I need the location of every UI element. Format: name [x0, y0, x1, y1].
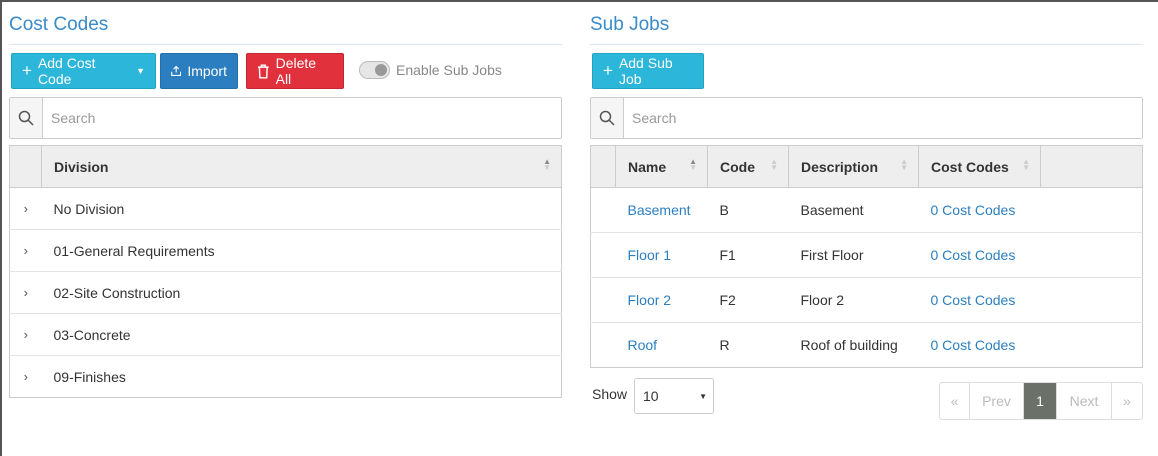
chevron-right-icon[interactable]: ›: [10, 356, 42, 398]
table-row: Basement B Basement 0 Cost Codes: [590, 187, 1143, 233]
divisions-table: Division ▲ ▼ › No Division › 01-General R…: [9, 145, 562, 398]
search-input[interactable]: [624, 98, 1142, 138]
chevron-right-icon[interactable]: ›: [9, 313, 42, 356]
next-page-button[interactable]: Next: [1057, 383, 1112, 419]
sort-icon: ▲ ▼: [900, 157, 908, 172]
delete-all-button[interactable]: Delete All: [246, 53, 344, 89]
sub-jobs-search: [590, 97, 1143, 139]
division-label: 02-Site Construction: [41, 271, 562, 314]
code-column-header[interactable]: Code ▲ ▼: [707, 145, 789, 188]
division-column-header[interactable]: Division ▲ ▼: [41, 145, 562, 188]
caret-down-icon: ▼: [699, 391, 707, 401]
sub-job-name-link[interactable]: Roof: [628, 337, 658, 353]
division-row[interactable]: › 01-General Requirements: [9, 229, 562, 272]
pagination: « Prev 1 Next »: [939, 382, 1143, 420]
sub-job-description: Basement: [788, 187, 919, 233]
cost-codes-link[interactable]: 0 Cost Codes: [931, 337, 1016, 353]
sub-jobs-toolbar: + Add Sub Job: [590, 53, 1143, 89]
table-footer: Show 10 ▼ « Prev 1 Next »: [590, 378, 1143, 420]
division-label: 09-Finishes: [53, 368, 126, 385]
search-icon: [18, 110, 34, 126]
sort-icon: ▲ ▼: [689, 157, 697, 172]
add-sub-job-button[interactable]: + Add Sub Job: [592, 53, 704, 89]
select-column-header: [590, 145, 616, 188]
table-row: Roof R Roof of building 0 Cost Codes: [591, 323, 1143, 368]
sub-job-code: F1: [707, 232, 789, 278]
description-column-header[interactable]: Description ▲ ▼: [788, 145, 919, 188]
caret-down-icon: ▼: [136, 66, 145, 76]
upload-icon: [171, 65, 182, 76]
plus-icon: +: [603, 61, 613, 80]
chevron-right-icon[interactable]: ›: [9, 271, 42, 314]
cost-codes-link[interactable]: 0 Cost Codes: [931, 202, 1016, 218]
page-1-button[interactable]: 1: [1024, 383, 1057, 419]
show-label: Show: [592, 386, 628, 402]
sub-jobs-panel: Sub Jobs + Add Sub Job Name ▲▼ Code: [590, 2, 1143, 420]
cost-codes-toolbar: + Add Cost Code ▼ Import Delete All Enab…: [9, 53, 562, 89]
cost-codes-search: [9, 97, 562, 139]
prev-page-button[interactable]: Prev: [970, 383, 1024, 419]
sub-job-code: F2: [707, 277, 789, 323]
sub-jobs-title: Sub Jobs: [590, 2, 1143, 45]
last-page-button[interactable]: »: [1112, 383, 1142, 419]
sub-job-name-link[interactable]: Floor 1: [628, 247, 672, 263]
chevron-right-icon[interactable]: ›: [9, 187, 42, 230]
sub-job-description: Roof of building: [800, 337, 898, 353]
enable-sub-jobs-toggle-group: Enable Sub Jobs: [359, 61, 502, 79]
sub-job-description: Floor 2: [788, 277, 919, 323]
expand-column-header: [9, 145, 42, 188]
search-icon: [599, 110, 615, 126]
table-row: Floor 2 F2 Floor 2 0 Cost Codes: [590, 277, 1143, 323]
enable-sub-jobs-label: Enable Sub Jobs: [396, 62, 502, 78]
sub-job-code: R: [719, 337, 730, 353]
cost-codes-column-header[interactable]: Cost Codes ▲ ▼: [918, 145, 1041, 188]
sort-icon: ▲ ▼: [543, 157, 551, 172]
sort-icon: ▲ ▼: [1022, 157, 1030, 172]
plus-icon: +: [22, 61, 32, 80]
search-button[interactable]: [10, 98, 43, 138]
sub-job-name-link[interactable]: Basement: [628, 202, 691, 218]
page-size-select[interactable]: 10 ▼: [634, 378, 714, 414]
sub-job-code: B: [707, 187, 789, 233]
search-button[interactable]: [591, 98, 624, 138]
sort-icon: ▲ ▼: [770, 157, 778, 172]
table-row: Floor 1 F1 First Floor 0 Cost Codes: [590, 232, 1143, 278]
division-row[interactable]: › 03-Concrete: [9, 313, 562, 356]
cost-codes-link[interactable]: 0 Cost Codes: [931, 247, 1016, 263]
division-label: 01-General Requirements: [41, 229, 562, 272]
cost-codes-title: Cost Codes: [9, 2, 562, 45]
trash-icon: [257, 63, 269, 79]
name-column-header[interactable]: Name ▲ ▼: [615, 145, 708, 188]
sub-job-name-link[interactable]: Floor 2: [628, 292, 672, 308]
sub-jobs-table: Name ▲ ▼ Code ▲ ▼ Description ▲ ▼ Cost Code…: [590, 145, 1143, 368]
import-button[interactable]: Import: [160, 53, 238, 89]
division-row[interactable]: › No Division: [9, 187, 562, 230]
division-row[interactable]: › 09-Finishes: [10, 356, 562, 398]
actions-column-header: [1040, 145, 1143, 188]
sub-job-description: First Floor: [788, 232, 919, 278]
division-row[interactable]: › 02-Site Construction: [9, 271, 562, 314]
division-label: 03-Concrete: [41, 313, 562, 356]
cost-codes-panel: Cost Codes + Add Cost Code ▼ Import Dele…: [9, 2, 562, 398]
add-cost-code-button[interactable]: + Add Cost Code ▼: [11, 53, 156, 89]
search-input[interactable]: [43, 98, 561, 138]
cost-codes-link[interactable]: 0 Cost Codes: [931, 292, 1016, 308]
chevron-right-icon[interactable]: ›: [9, 229, 42, 272]
first-page-button[interactable]: «: [940, 383, 970, 419]
division-label: No Division: [41, 187, 562, 230]
enable-sub-jobs-toggle[interactable]: [359, 61, 390, 79]
